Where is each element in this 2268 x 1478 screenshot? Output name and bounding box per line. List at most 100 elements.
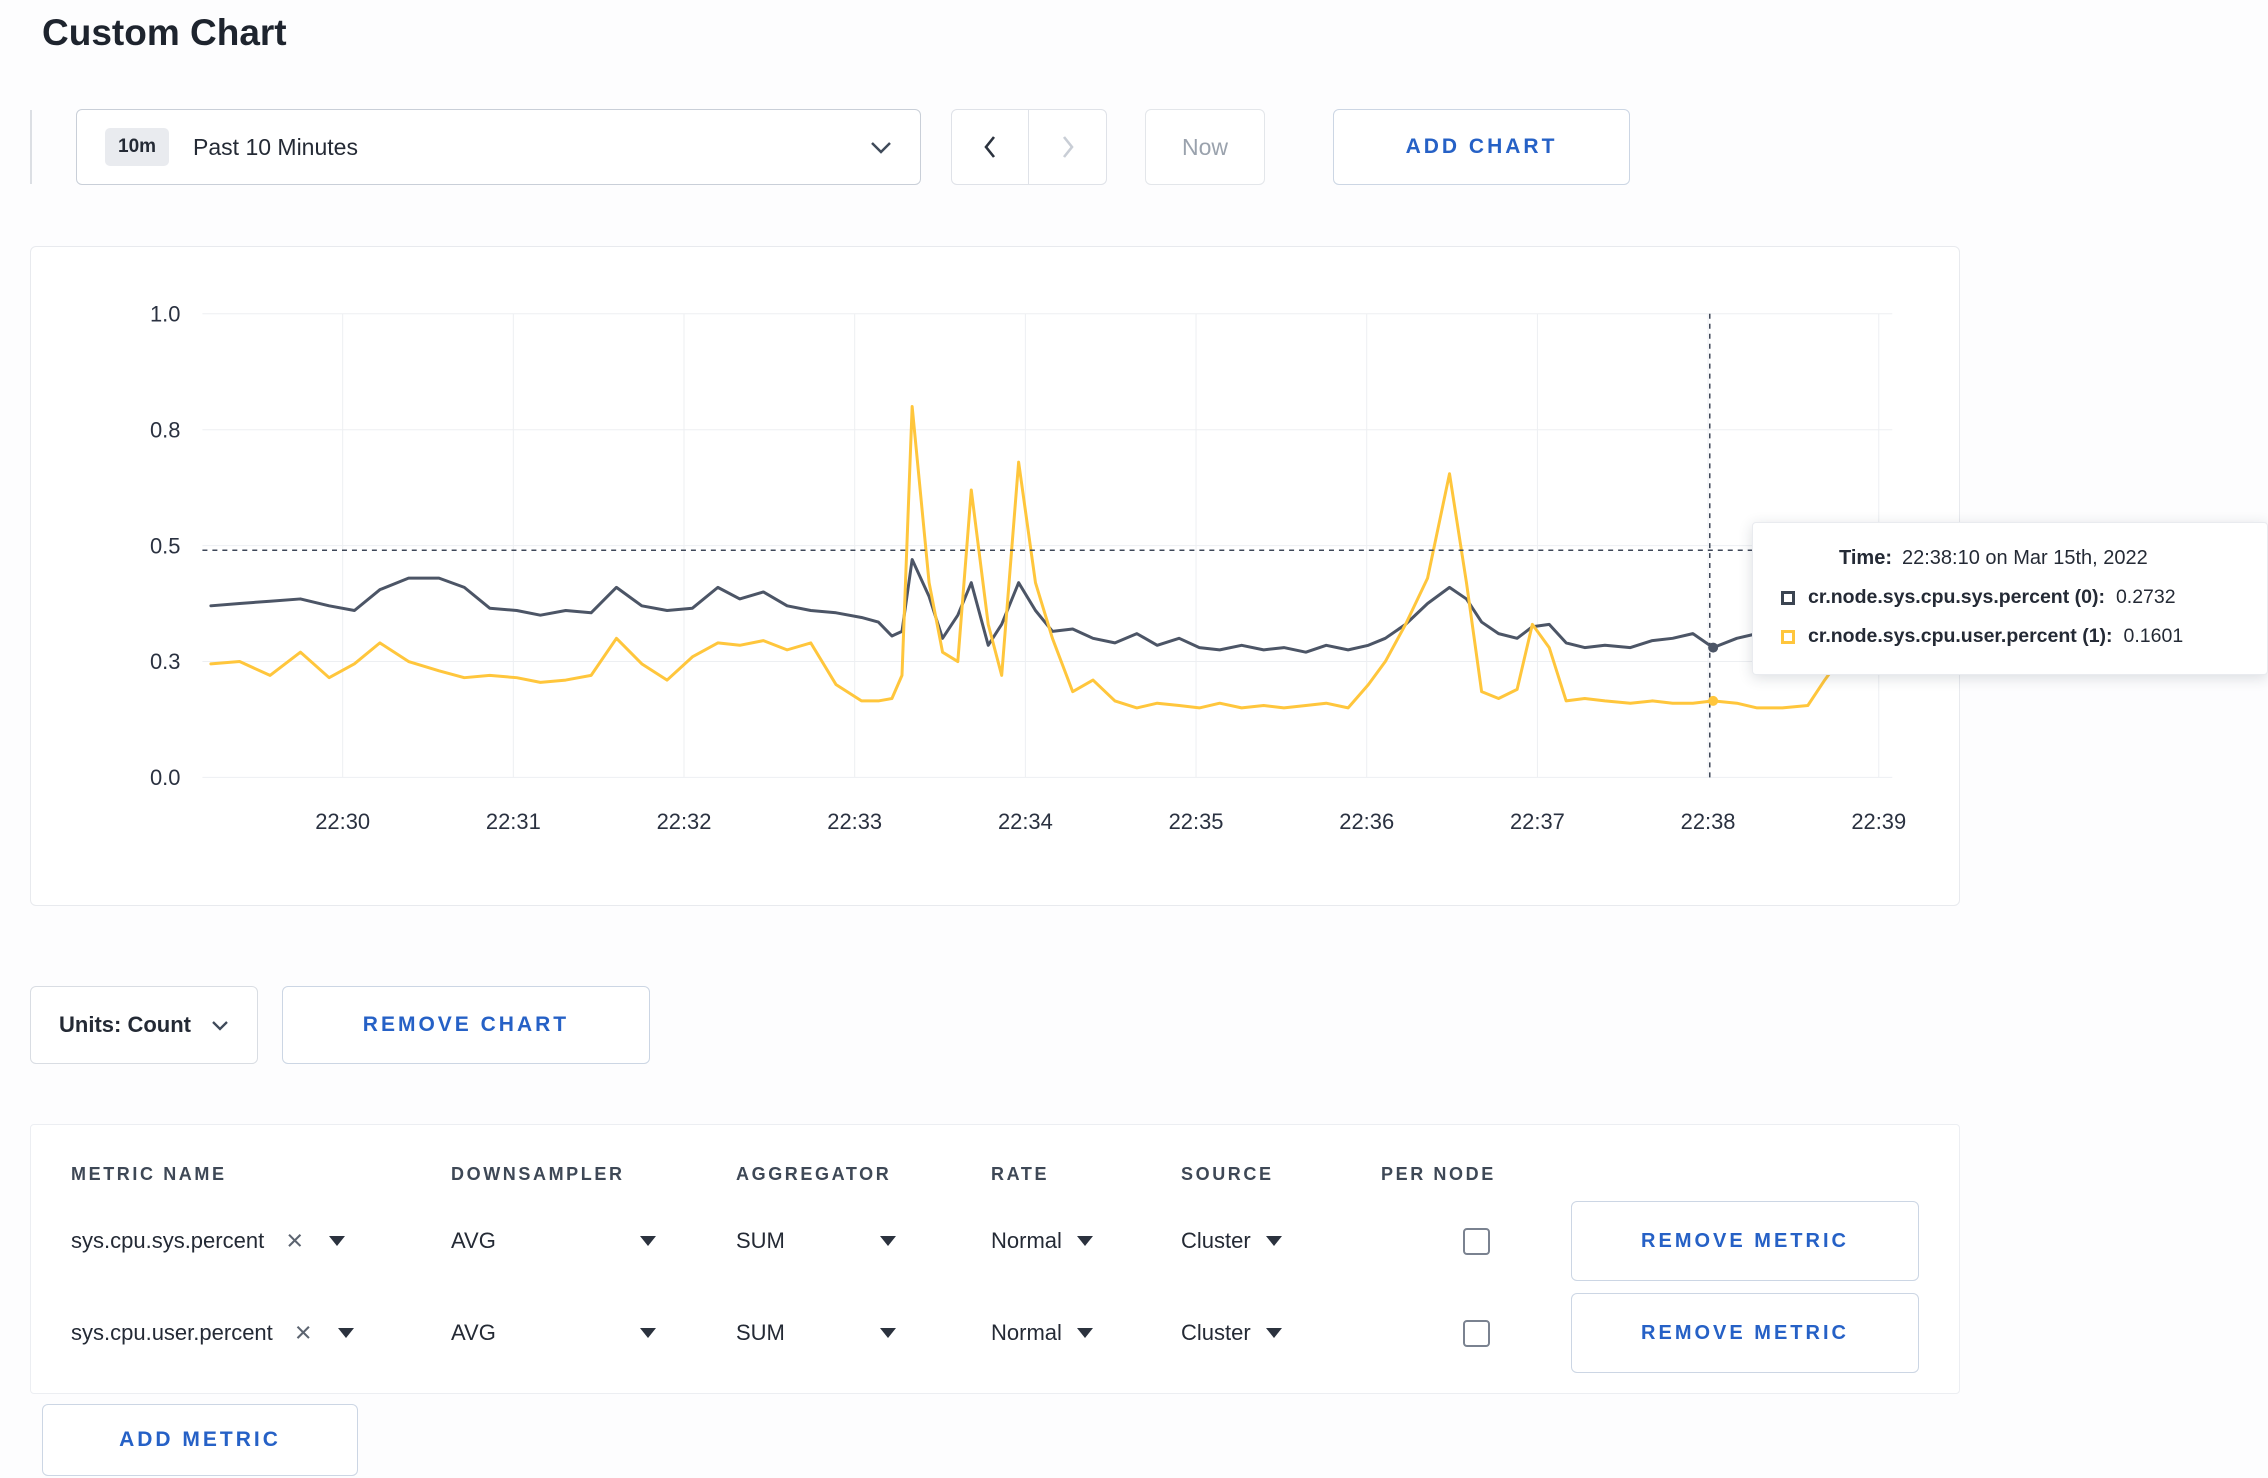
- metric-name-dropdown[interactable]: sys.cpu.user.percent ×: [71, 1318, 451, 1348]
- metric-name-value: sys.cpu.user.percent: [71, 1320, 273, 1345]
- x-axis-label: 22:35: [1169, 809, 1224, 834]
- add-metric-button[interactable]: ADD METRIC: [42, 1404, 358, 1476]
- y-axis-label: 0.0: [150, 765, 180, 790]
- metrics-table-body: sys.cpu.sys.percent × AVG SUM Normal Cluster R…: [31, 1195, 1959, 1379]
- x-axis-label: 22:38: [1681, 809, 1736, 834]
- metric-name-value: sys.cpu.sys.percent: [71, 1228, 265, 1253]
- hover-point: [1708, 695, 1719, 706]
- chevron-right-icon: [1062, 136, 1074, 158]
- tooltip-series-rows: cr.node.sys.cpu.sys.percent (0): 0.2732 cr…: [1781, 586, 2239, 648]
- y-axis-label: 0.8: [150, 417, 180, 442]
- dropdown-caret-icon: [1265, 1328, 1282, 1338]
- metric-row: sys.cpu.user.percent × AVG SUM Normal Cluster…: [31, 1287, 1959, 1379]
- dropdown-caret-icon: [880, 1236, 896, 1246]
- add-chart-button[interactable]: ADD CHART: [1333, 109, 1630, 185]
- column-header-downsampler: DOWNSAMPLER: [451, 1163, 625, 1184]
- next-time-button[interactable]: [1029, 109, 1107, 185]
- aggregator-value: SUM: [736, 1320, 785, 1345]
- metrics-chart[interactable]: 0.0 0.3 0.5 0.8 1.0 22:30 22:31 22:32 22:33 22:34…: [31, 247, 1959, 905]
- page-title: Custom Chart: [42, 12, 287, 53]
- units-dropdown[interactable]: Units: Count: [30, 986, 258, 1064]
- column-header-per-node: PER NODE: [1381, 1163, 1496, 1184]
- tooltip-series-row: cr.node.sys.cpu.sys.percent (0): 0.2732: [1781, 586, 2239, 609]
- dropdown-caret-icon: [1076, 1328, 1093, 1338]
- x-axis-label: 22:32: [657, 809, 712, 834]
- aggregator-value: SUM: [736, 1228, 785, 1253]
- chart-panel: 0.0 0.3 0.5 0.8 1.0 22:30 22:31 22:32 22:33 22:34…: [30, 246, 1960, 906]
- x-axis-label: 22:30: [315, 809, 370, 834]
- tooltip-time-row: Time: 22:38:10 on Mar 15th, 2022: [1839, 547, 2239, 570]
- time-range-label: Past 10 Minutes: [193, 133, 358, 160]
- clear-metric-icon[interactable]: ×: [286, 1226, 303, 1256]
- time-range-dropdown[interactable]: 10m Past 10 Minutes: [76, 109, 921, 185]
- x-axis-label: 22:34: [998, 809, 1053, 834]
- metrics-table-header: METRIC NAME DOWNSAMPLER AGGREGATOR RATE SOUR…: [31, 1153, 1959, 1195]
- x-axis-label: 22:39: [1851, 809, 1906, 834]
- chevron-down-icon: [212, 1020, 228, 1031]
- column-header-metric-name: METRIC NAME: [71, 1163, 227, 1184]
- per-node-checkbox[interactable]: [1462, 1319, 1490, 1347]
- downsampler-value: AVG: [451, 1320, 496, 1345]
- rate-value: Normal: [991, 1320, 1062, 1345]
- remove-metric-button[interactable]: REMOVE METRIC: [1571, 1201, 1919, 1281]
- downsampler-value: AVG: [451, 1228, 496, 1253]
- aggregator-dropdown[interactable]: SUM: [736, 1320, 896, 1346]
- rate-dropdown[interactable]: Normal: [991, 1228, 1181, 1254]
- x-axis-label: 22:33: [827, 809, 882, 834]
- dropdown-caret-icon: [880, 1328, 896, 1338]
- chevron-left-icon: [984, 136, 996, 158]
- per-node-checkbox[interactable]: [1462, 1227, 1490, 1255]
- tooltip-time-value: 22:38:10 on Mar 15th, 2022: [1901, 547, 2148, 569]
- metrics-table: METRIC NAME DOWNSAMPLER AGGREGATOR RATE SOUR…: [30, 1124, 1960, 1394]
- tooltip-series-value: 0.2732: [2115, 586, 2176, 608]
- x-axis-label: 22:31: [486, 809, 541, 834]
- hover-point: [1708, 642, 1719, 653]
- toolbar: 10m Past 10 Minutes Now ADD CHART: [30, 108, 2268, 186]
- dropdown-caret-icon: [1076, 1236, 1093, 1246]
- y-axis-label: 1.0: [150, 301, 180, 326]
- time-step-controls: [951, 109, 1107, 185]
- series-line: [209, 405, 1860, 710]
- y-axis-label: 0.3: [150, 649, 180, 674]
- y-axis-label: 0.5: [150, 533, 180, 558]
- time-range-badge: 10m: [105, 128, 170, 166]
- source-value: Cluster: [1181, 1320, 1251, 1345]
- tooltip-series-value: 0.1601: [2123, 625, 2184, 647]
- chevron-down-icon: [871, 141, 891, 154]
- source-value: Cluster: [1181, 1228, 1251, 1253]
- toolbar-divider: [30, 110, 32, 184]
- column-header-rate: RATE: [991, 1163, 1050, 1184]
- source-dropdown[interactable]: Cluster: [1181, 1228, 1381, 1254]
- dropdown-caret-icon: [640, 1328, 656, 1338]
- prev-time-button[interactable]: [951, 109, 1029, 185]
- metric-row: sys.cpu.sys.percent × AVG SUM Normal Cluster R…: [31, 1195, 1959, 1287]
- chart-footer-controls: Units: Count REMOVE CHART: [30, 986, 2268, 1064]
- clear-metric-icon[interactable]: ×: [295, 1318, 312, 1348]
- tooltip-time-label: Time:: [1839, 547, 1892, 569]
- dropdown-caret-icon: [329, 1236, 346, 1246]
- x-axis-label: 22:36: [1339, 809, 1394, 834]
- remove-chart-button[interactable]: REMOVE CHART: [281, 986, 650, 1064]
- column-header-aggregator: AGGREGATOR: [736, 1163, 892, 1184]
- aggregator-dropdown[interactable]: SUM: [736, 1228, 896, 1254]
- downsampler-dropdown[interactable]: AVG: [451, 1228, 656, 1254]
- tooltip-series-row: cr.node.sys.cpu.user.percent (1): 0.1601: [1781, 625, 2239, 648]
- tooltip-series-label: cr.node.sys.cpu.user.percent (1):: [1808, 625, 2113, 647]
- source-dropdown[interactable]: Cluster: [1181, 1320, 1381, 1346]
- metric-name-dropdown[interactable]: sys.cpu.sys.percent ×: [71, 1226, 451, 1256]
- x-axis-label: 22:37: [1510, 809, 1565, 834]
- downsampler-dropdown[interactable]: AVG: [451, 1320, 656, 1346]
- series-swatch-icon: [1781, 590, 1795, 605]
- dropdown-caret-icon: [1265, 1236, 1282, 1246]
- rate-value: Normal: [991, 1228, 1062, 1253]
- remove-metric-button[interactable]: REMOVE METRIC: [1571, 1293, 1919, 1373]
- chart-tooltip: Time: 22:38:10 on Mar 15th, 2022 cr.node.…: [1752, 522, 2268, 675]
- units-label: Units: Count: [59, 1012, 191, 1037]
- dropdown-caret-icon: [337, 1328, 354, 1338]
- column-header-source: SOURCE: [1181, 1163, 1274, 1184]
- series-swatch-icon: [1781, 629, 1795, 644]
- tooltip-series-label: cr.node.sys.cpu.sys.percent (0):: [1808, 586, 2105, 608]
- rate-dropdown[interactable]: Normal: [991, 1320, 1181, 1346]
- now-button[interactable]: Now: [1145, 109, 1265, 185]
- custom-chart-page: Custom Chart 10m Past 10 Minutes Now ADD…: [0, 0, 2268, 1476]
